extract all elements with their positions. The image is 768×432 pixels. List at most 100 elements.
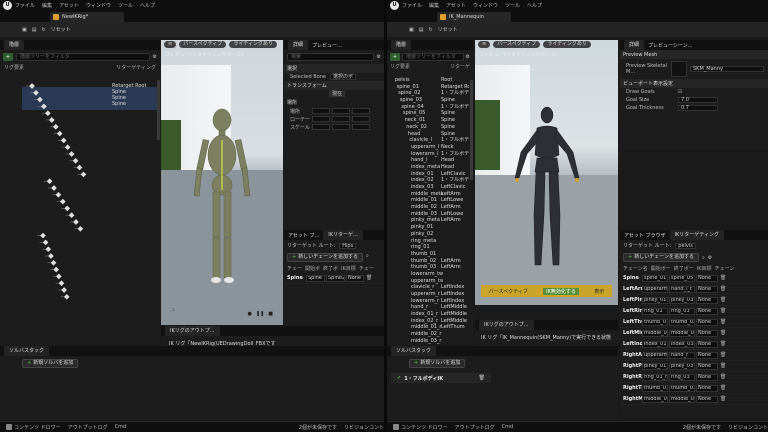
add-button[interactable]: + [3,53,13,61]
menu-edit[interactable]: 編集 [429,2,439,9]
chain-start[interactable]: spine_01 [642,274,668,282]
chain-start[interactable]: thumb_01 [642,318,668,326]
bone-icon[interactable] [56,130,63,137]
bone-icon[interactable] [64,144,71,151]
retarget-root-value[interactable]: pelvis [675,242,696,249]
menu-window[interactable]: ウィンドウ [473,2,498,9]
bone-row[interactable]: clavicle_r [395,284,443,291]
chain-row[interactable]: LeftRing ring_01 ring_03 None 🗑 [620,306,768,317]
menu-window[interactable]: ウィンドウ [86,2,111,9]
bone-icon[interactable] [72,157,79,164]
chain-end[interactable]: thumb_03 [669,384,695,392]
bone-row[interactable]: neck_01 [395,117,443,124]
viewport-menu-icon[interactable]: ≡ [164,41,177,48]
reset-button[interactable]: リセット [51,26,71,33]
cmd-field[interactable]: Cmd [115,424,127,430]
chain-goal[interactable]: None [696,329,718,337]
bone-icon[interactable] [29,83,35,89]
menu-tools[interactable]: ツール [505,2,520,9]
chain-end[interactable]: Spine2 [326,274,345,282]
menu-tools[interactable]: ツール [118,2,133,9]
reset-icon[interactable]: ↻ [428,27,432,33]
chain-row[interactable]: LeftPinky pinky_01 pinky_03 None 🗑 [620,295,768,306]
browse-icon[interactable]: ▤ [32,27,37,33]
chain-start[interactable]: index_01 [642,340,668,348]
trash-icon[interactable]: 🗑 [720,297,727,304]
bone-row[interactable]: upperarm_l [395,144,443,151]
chain-goal[interactable]: None [346,274,364,282]
chain-end[interactable]: ring_03 [669,307,695,315]
chain-goal[interactable]: None [696,395,718,403]
trash-icon[interactable]: 🗑 [366,275,373,282]
section-transform[interactable]: トランスフォーム [284,81,384,90]
chain-goal[interactable]: None [696,340,718,348]
details-tab[interactable]: 詳細 [624,40,645,50]
scale-y-field[interactable] [332,124,350,130]
search-icon[interactable]: ⌕ [702,255,705,261]
bone-icon[interactable] [77,225,84,232]
chain-start[interactable]: middle_01 [642,395,668,403]
browse-icon[interactable]: ▤ [419,27,424,33]
output-tab[interactable]: IKリグのアウトプ... [479,320,534,330]
chain-goal[interactable]: None [696,296,718,304]
settings-gear-icon[interactable]: ⚙ [708,255,712,261]
details-search-input[interactable]: 検索 [287,53,374,61]
bone-icon[interactable] [76,164,83,171]
chain-start[interactable]: pinky_01 [642,296,668,304]
banner-perspective[interactable]: パースペクティブ [489,288,528,295]
solver-item[interactable]: ✔ 1・フルボディIK 🗑 [391,373,491,383]
bone-icon[interactable] [46,178,53,185]
asset-browser-tab[interactable]: アセット ブラウザ [624,232,666,239]
bone-icon[interactable] [64,205,71,212]
bone-row[interactable]: pelvis [395,77,443,84]
chain-end[interactable]: thumb_03 [669,318,695,326]
chain-goal[interactable]: None [696,307,718,315]
record-icon[interactable]: ● [248,311,252,317]
chain-row[interactable]: Spine spine_01 spine_05 None 🗑 [620,273,768,284]
selected-bone-value[interactable]: 選択のボ [330,74,357,80]
chain-row[interactable]: RightArmupperarm_rhand_rNone🗑 [620,350,768,361]
unsaved-indicator[interactable]: 2個が未保存です [299,424,337,431]
bone-icon[interactable] [42,239,49,246]
bone-row[interactable]: hand_l [395,157,443,164]
trash-icon[interactable]: 🗑 [720,352,727,359]
content-drawer-button[interactable]: コンテンツ ドロワー [6,424,61,431]
chain-goal[interactable]: None [696,285,718,293]
bone-row[interactable]: index_03 [395,184,443,191]
draw-goals-checkbox[interactable]: ☑ [678,89,682,95]
bone-icon[interactable] [68,151,75,157]
settings-gear-icon[interactable]: ⚙ [153,54,157,60]
loc-x-field[interactable] [312,108,330,114]
bone-row[interactable]: head [395,131,443,138]
details-tab[interactable]: 詳細 [288,40,309,50]
bone-icon[interactable] [48,253,54,259]
chain-end[interactable]: middle_03 [669,329,695,337]
add-chain-button[interactable]: + 新しいチェーンを追加する [623,253,699,262]
chain-row[interactable]: Spine Spine Spine2 None 🗑 [284,273,384,284]
bone-row[interactable]: upperarm_r [395,291,443,298]
play-icon[interactable]: ■ [268,311,273,317]
save-icon[interactable]: ▣ [22,27,27,33]
trash-icon[interactable]: 🗑 [720,319,727,326]
bone-row[interactable]: upperarm_tw [395,278,443,285]
chain-start[interactable]: upperarm_l [642,285,668,293]
scale-x-field[interactable] [312,124,330,130]
chain-goal[interactable]: None [696,318,718,326]
banner-show[interactable]: 表示 [594,288,604,295]
goal-thickness-field[interactable]: 0.7 [678,105,718,111]
content-drawer-button[interactable]: コンテンツ ドロワー [393,424,448,431]
chain-start[interactable]: upperarm_r [642,351,668,359]
bone-row[interactable]: spine_04 [395,104,443,111]
output-tab[interactable]: IKリグのアウトプ... [165,326,220,336]
loc-z-field[interactable] [352,108,370,114]
add-solver-button[interactable]: + 新規ソルバを追加 [409,359,466,368]
save-icon[interactable]: ▣ [409,27,414,33]
chain-goal[interactable]: None [696,373,718,381]
trash-icon[interactable]: 🗑 [720,341,727,348]
bone-icon[interactable] [45,110,51,117]
hierarchy-tab[interactable]: 階層 [4,40,25,50]
bone-icon[interactable] [59,198,66,205]
bone-row[interactable]: hand_r [395,304,443,311]
pause-icon[interactable]: ❚❚ [256,311,264,317]
rot-y-field[interactable] [332,116,350,122]
